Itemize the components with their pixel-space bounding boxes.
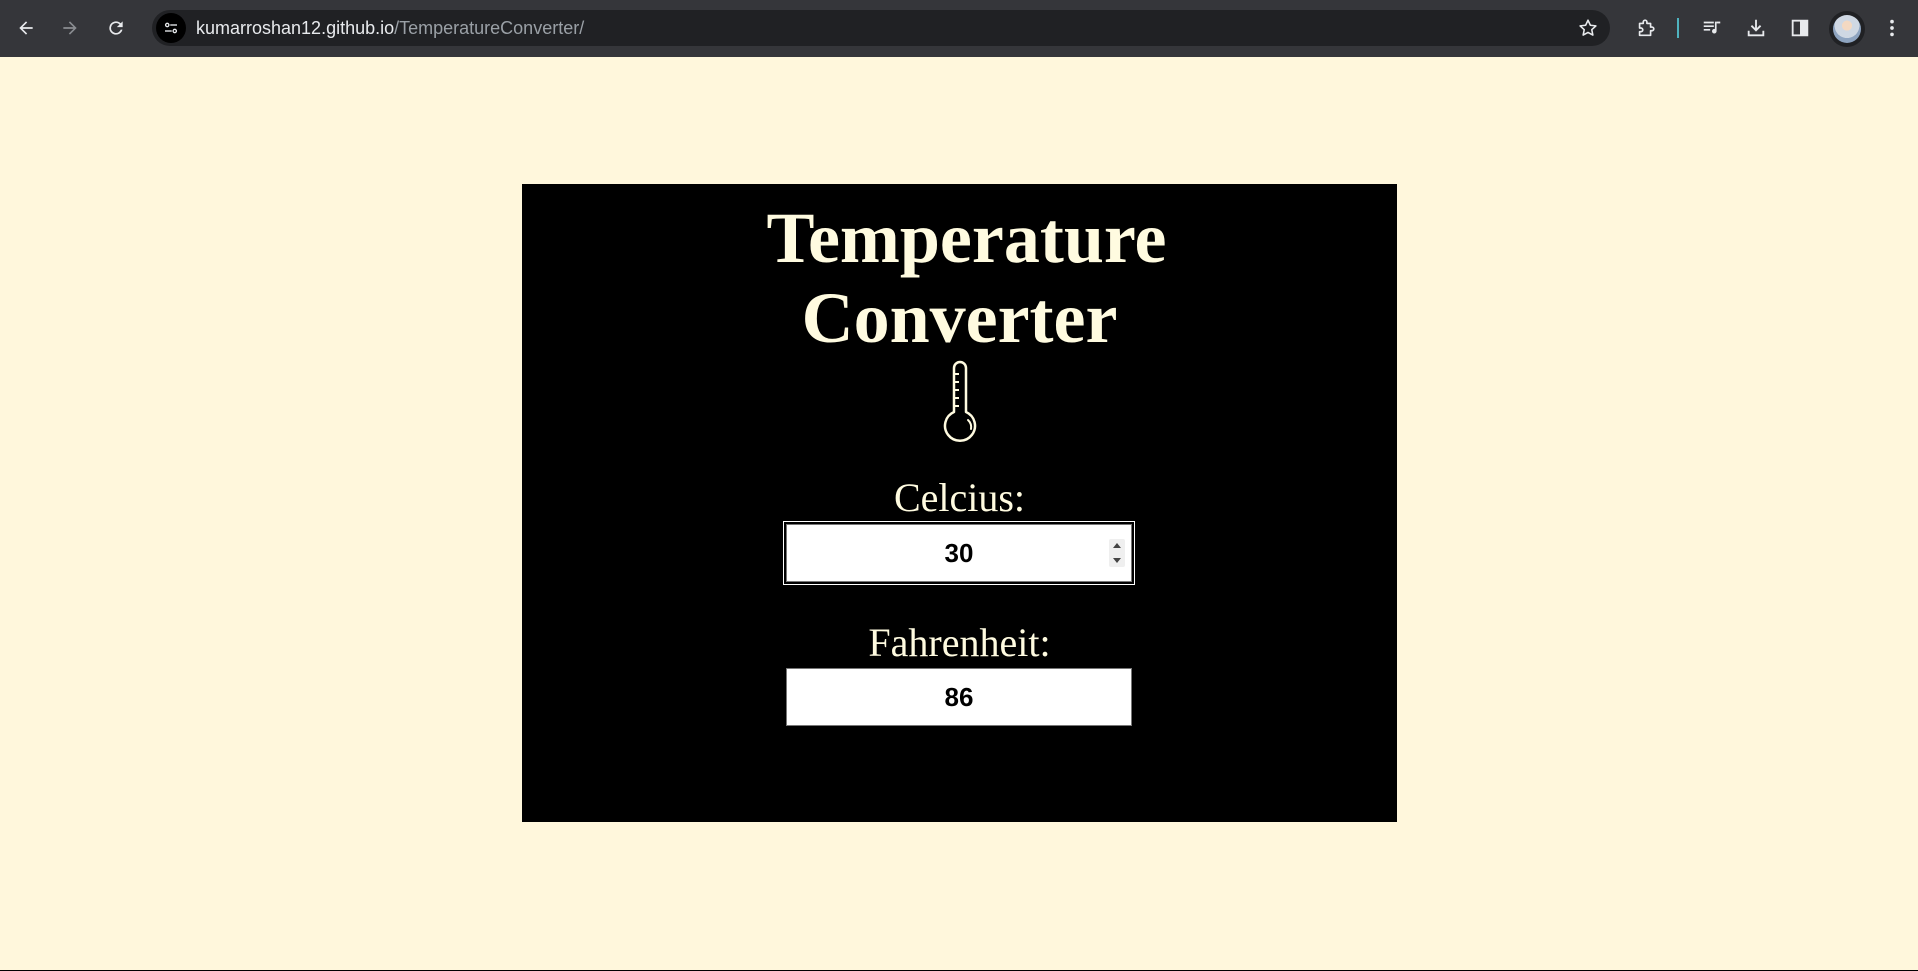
site-info-button[interactable] [156,13,186,43]
reload-icon [109,21,123,35]
downloads-button[interactable] [1740,12,1772,44]
address-bar[interactable]: kumarroshan12.github.io/TemperatureConve… [152,10,1610,46]
url-host: kumarroshan12.github.io [196,18,395,38]
browser-toolbar: kumarroshan12.github.io/TemperatureConve… [0,0,1918,57]
reload-button[interactable] [98,10,134,46]
bookmark-button[interactable] [1576,16,1600,40]
spin-up-button[interactable] [1109,539,1125,552]
celsius-spinner[interactable] [1109,539,1125,567]
side-panel-button[interactable] [1784,12,1816,44]
kebab-menu-icon [1890,19,1894,37]
thermometer-icon [943,360,977,442]
media-button[interactable] [1696,12,1728,44]
star-icon [1579,19,1597,36]
title-line-1: Temperature [766,198,1167,278]
converter-card: Temperature Converter Celcius: 30 Fahren… [522,184,1397,822]
page-viewport: Temperature Converter Celcius: 30 Fahren… [0,57,1918,970]
back-button[interactable] [8,10,44,46]
celsius-label: Celcius: [893,475,1026,520]
fahrenheit-input[interactable] [786,668,1132,726]
menu-button[interactable] [1876,12,1908,44]
celsius-input[interactable] [786,524,1132,582]
title-line-2: Converter [801,278,1118,358]
media-queue-icon [1703,21,1721,34]
back-arrow-icon [19,21,33,35]
chevron-up-icon [1113,543,1121,548]
avatar [1833,15,1861,43]
chevron-down-icon [1113,558,1121,563]
download-icon [1747,19,1765,37]
fahrenheit-label: Fahrenheit: [868,620,1051,665]
extensions-button[interactable] [1630,12,1662,44]
toolbar-divider [1677,18,1679,38]
site-info-icon [164,22,178,34]
url-text[interactable]: kumarroshan12.github.io/TemperatureConve… [196,18,584,38]
puzzle-icon [1638,19,1655,37]
forward-button[interactable] [52,10,88,46]
side-panel-icon [1791,19,1809,37]
url-path: /TemperatureConverter/ [394,18,585,38]
forward-arrow-icon [63,21,77,35]
profile-avatar[interactable] [1829,11,1865,47]
spin-down-button[interactable] [1109,554,1125,567]
page-title: Temperature Converter [522,198,1397,358]
